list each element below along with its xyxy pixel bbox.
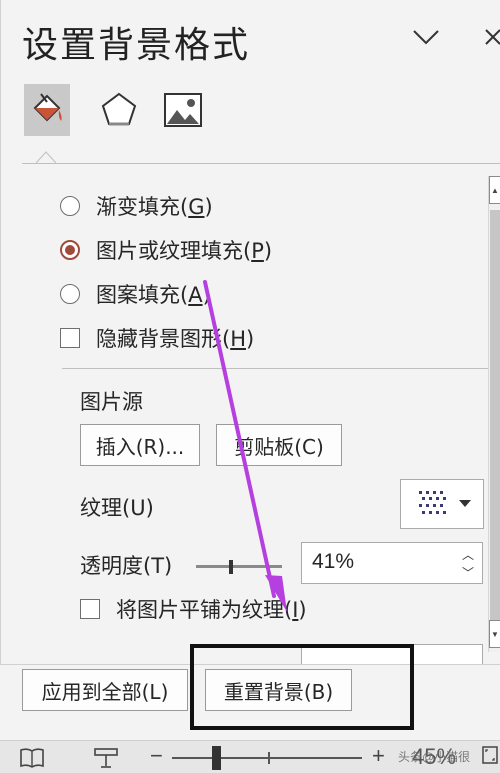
zoom-out-button[interactable]: − bbox=[150, 743, 163, 769]
zoom-slider-thumb[interactable] bbox=[212, 746, 221, 770]
zoom-in-button[interactable]: + bbox=[372, 743, 385, 769]
zoom-slider-track[interactable] bbox=[172, 757, 362, 759]
annotation-highlight-box bbox=[190, 644, 414, 730]
fit-to-window-icon[interactable] bbox=[481, 744, 499, 766]
reading-view-icon[interactable] bbox=[18, 746, 46, 770]
watermark-text: 头条@小猫很 bbox=[398, 750, 471, 764]
zoom-slider-center-tick bbox=[268, 752, 270, 764]
slide-show-icon[interactable] bbox=[92, 746, 120, 770]
